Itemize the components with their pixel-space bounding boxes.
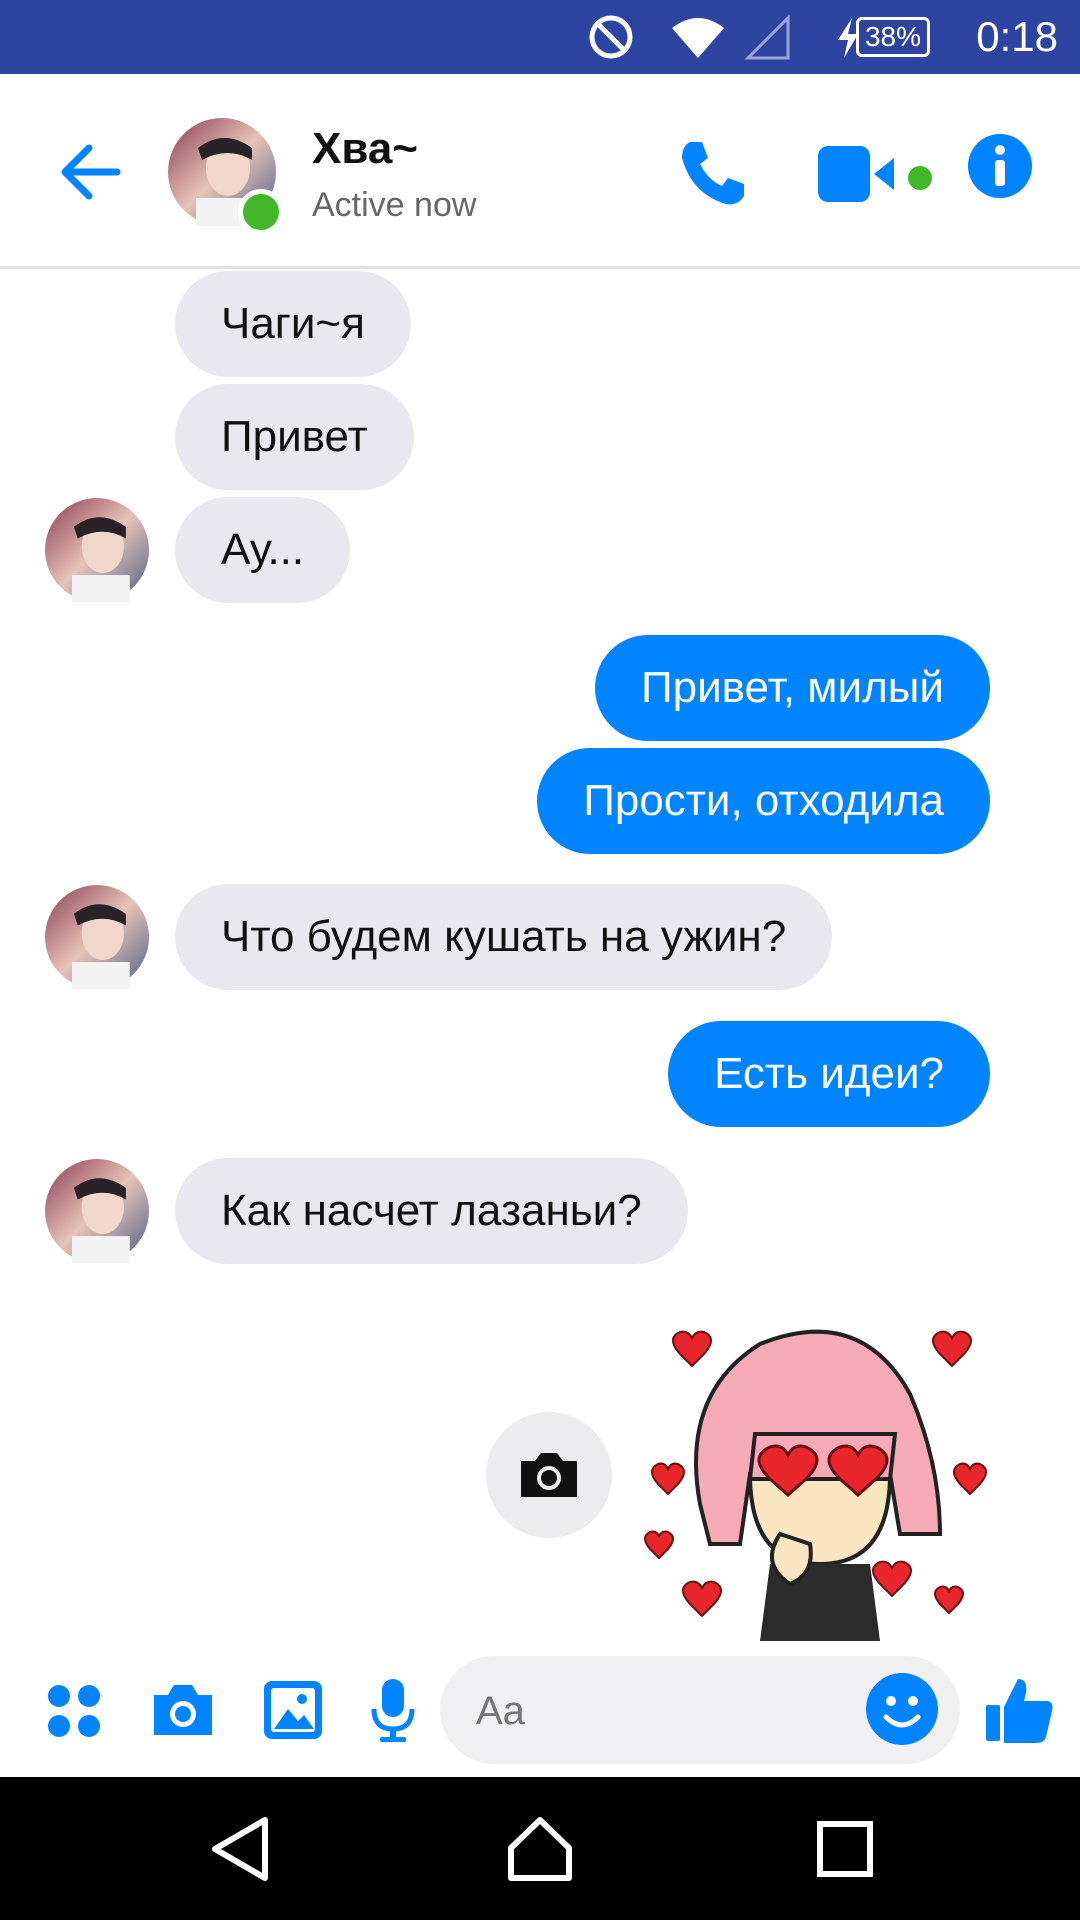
do-not-disturb-icon — [588, 0, 634, 74]
gallery-icon[interactable] — [262, 1679, 324, 1746]
recents-nav-icon[interactable] — [810, 1814, 880, 1884]
message-composer — [0, 1641, 1080, 1777]
video-call-icon[interactable] — [818, 146, 918, 207]
contact-avatar-small[interactable] — [45, 498, 149, 602]
outgoing-message[interactable]: Прости, отходила — [537, 748, 990, 854]
video-active-dot — [908, 166, 932, 190]
back-arrow-icon[interactable] — [55, 134, 131, 210]
signal-icon — [744, 0, 792, 74]
contact-avatar-small[interactable] — [45, 885, 149, 989]
battery-indicator: 38% — [855, 0, 930, 74]
chat-header: Хва~ Active now — [0, 74, 1080, 269]
sticker-camera-button[interactable] — [486, 1412, 612, 1538]
wifi-icon — [670, 0, 726, 74]
incoming-message[interactable]: Чаги~я — [175, 271, 411, 377]
incoming-message[interactable]: Как насчет лазаньи? — [175, 1158, 688, 1264]
incoming-message[interactable]: Что будем кушать на ужин? — [175, 884, 833, 990]
camera-icon[interactable] — [150, 1681, 216, 1744]
emoji-icon[interactable] — [864, 1671, 940, 1747]
outgoing-message[interactable]: Есть идеи? — [668, 1021, 990, 1127]
battery-icon: 38% — [855, 17, 930, 57]
apps-grid-icon[interactable] — [46, 1683, 102, 1744]
clock: 0:18 — [976, 13, 1058, 60]
message-input-container[interactable] — [440, 1656, 960, 1766]
thumbs-up-icon[interactable] — [984, 1673, 1056, 1750]
contact-name[interactable]: Хва~ — [312, 124, 418, 174]
microphone-icon[interactable] — [370, 1677, 416, 1748]
system-nav-bar — [0, 1777, 1080, 1920]
camera-icon — [521, 1453, 577, 1497]
incoming-message[interactable]: Привет — [175, 384, 414, 490]
info-icon[interactable] — [968, 134, 1032, 203]
phone-icon[interactable] — [676, 136, 750, 215]
contact-avatar-small[interactable] — [45, 1159, 149, 1263]
home-nav-icon[interactable] — [505, 1814, 575, 1884]
message-input[interactable] — [474, 1656, 858, 1766]
girl-with-hearts-sticker[interactable] — [640, 1304, 1000, 1641]
back-nav-icon[interactable] — [205, 1814, 275, 1884]
battery-percent: 38% — [864, 21, 921, 52]
online-indicator — [238, 189, 284, 235]
contact-status: Active now — [312, 186, 477, 224]
outgoing-message[interactable]: Привет, милый — [595, 635, 990, 741]
incoming-message[interactable]: Ау... — [175, 497, 351, 603]
status-bar: 38% 0:18 — [0, 0, 1080, 74]
message-list[interactable]: Чаги~я Привет Ау... Привет, милый Прости… — [0, 269, 1080, 1641]
